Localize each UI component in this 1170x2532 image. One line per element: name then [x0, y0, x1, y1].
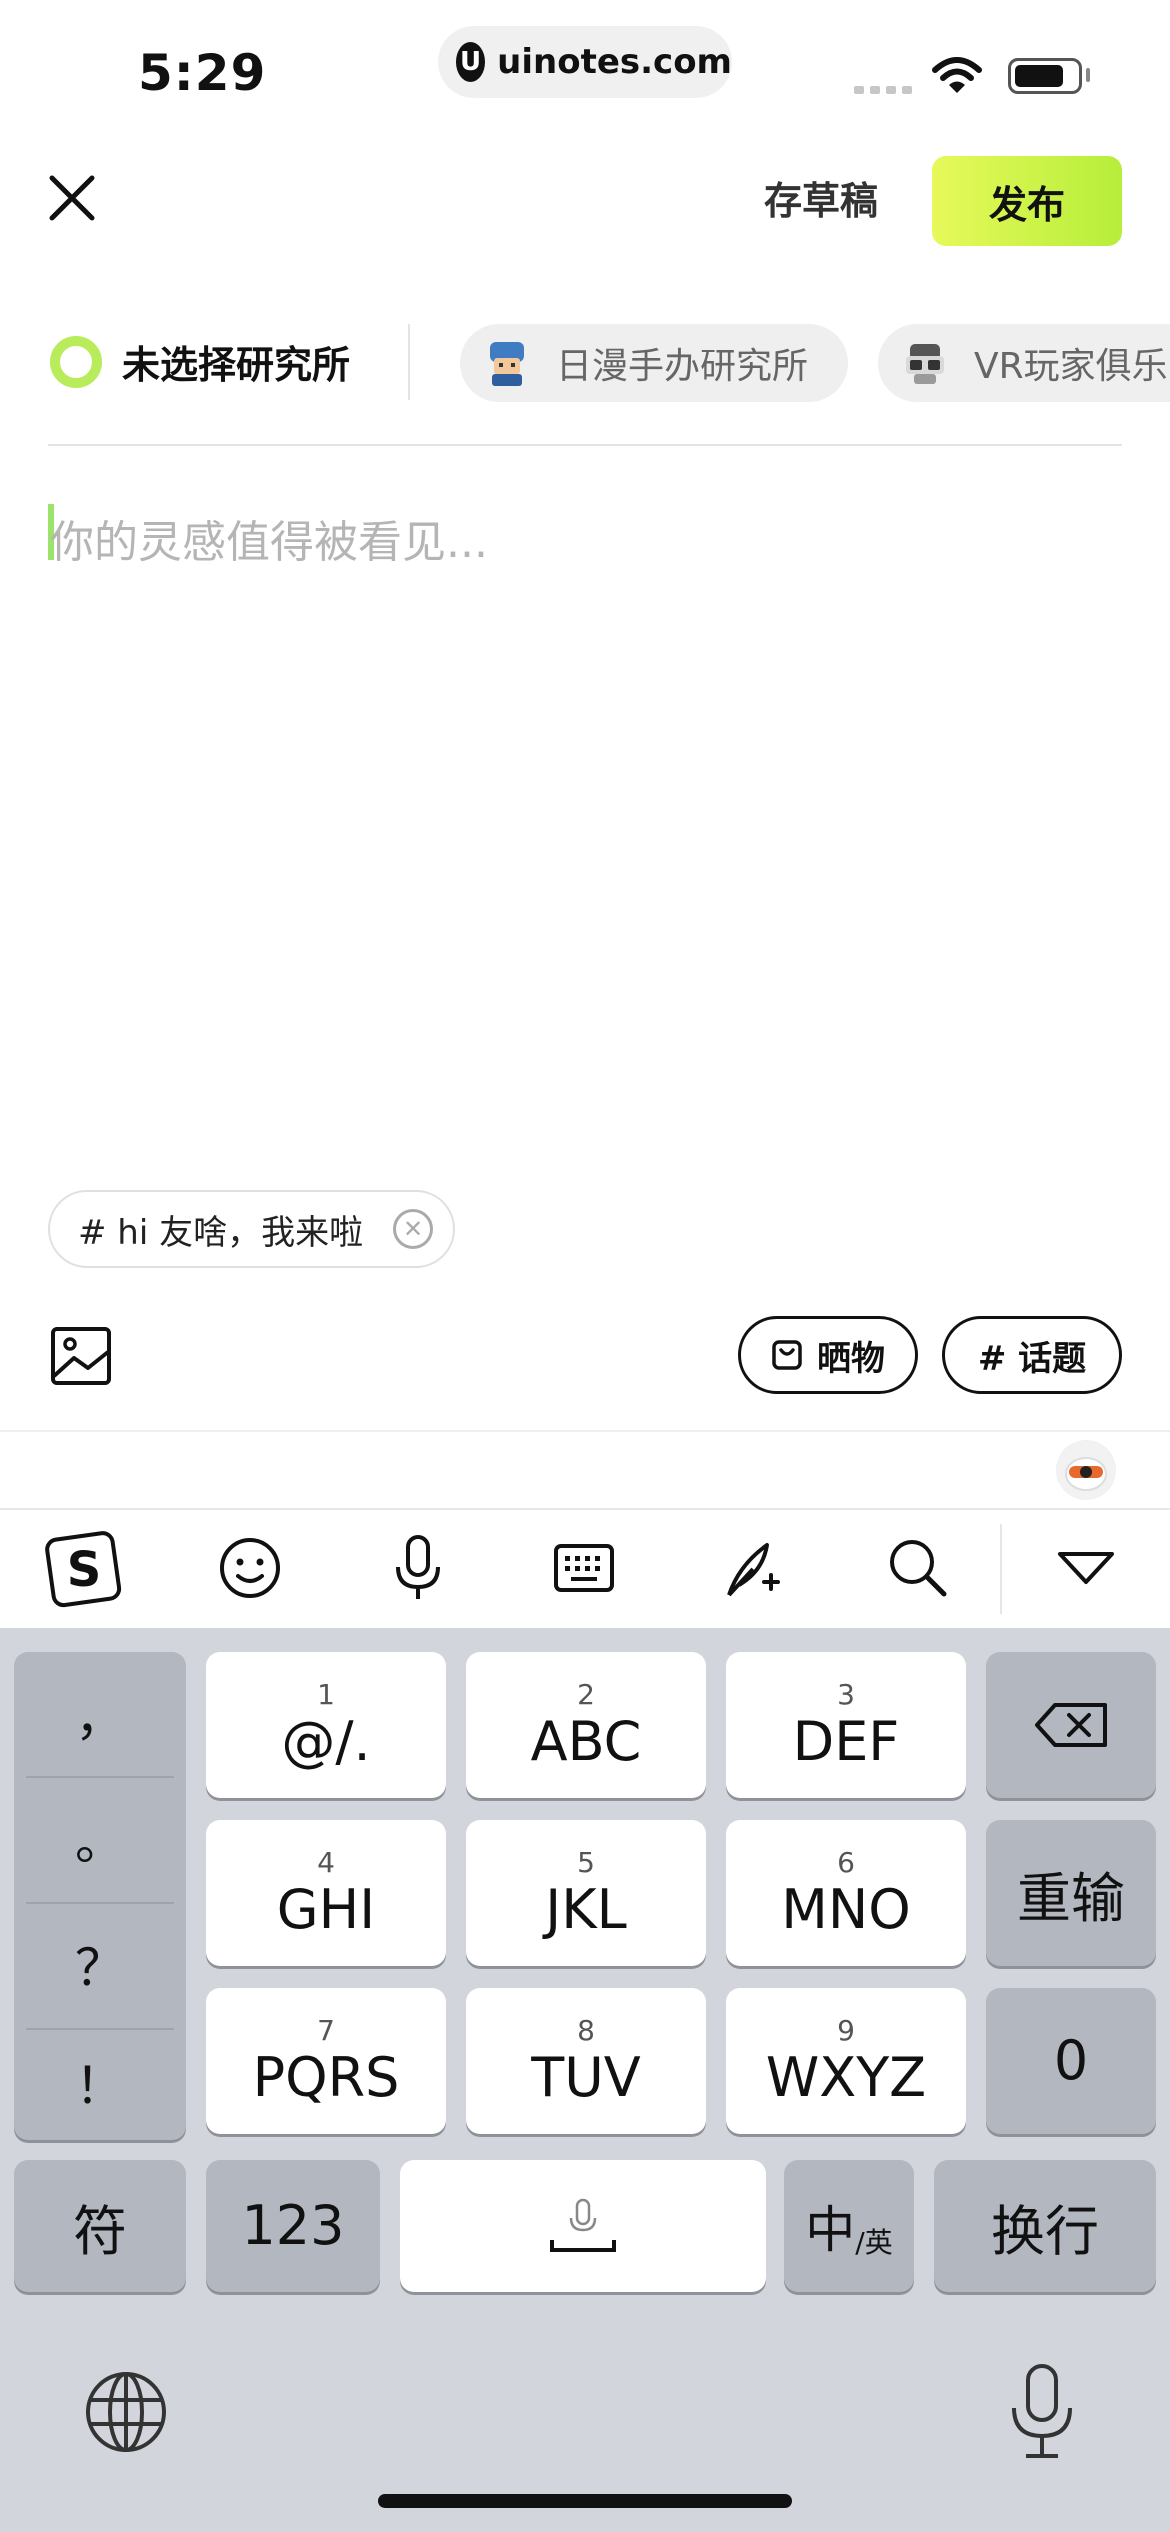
- key-2[interactable]: 2 ABC: [466, 1652, 706, 1798]
- site-logo-icon: U: [456, 42, 486, 82]
- divider: [48, 444, 1122, 446]
- url-pill[interactable]: U uinotes.com: [438, 26, 732, 98]
- divider: [1000, 1524, 1002, 1614]
- battery-tip: [1086, 68, 1090, 82]
- figure-avatar-icon: [490, 342, 524, 386]
- topic-button[interactable]: # 话题: [942, 1316, 1122, 1394]
- publish-button[interactable]: 发布: [932, 156, 1122, 246]
- reset-key[interactable]: 重输: [986, 1820, 1156, 1966]
- symbol-key[interactable]: 符: [14, 2160, 186, 2292]
- image-icon[interactable]: [50, 1326, 112, 1386]
- search-icon[interactable]: [878, 1528, 958, 1608]
- topic-tag[interactable]: # hi 友啥，我来啦 ✕: [48, 1190, 456, 1268]
- keyboard-icon[interactable]: [544, 1528, 624, 1608]
- dictation-mic-icon[interactable]: [1004, 2362, 1080, 2460]
- backspace-icon: [1035, 1703, 1107, 1747]
- mascot-icon[interactable]: [1056, 1440, 1116, 1500]
- numeric-key[interactable]: 123: [206, 2160, 380, 2292]
- key-7[interactable]: 7 PQRS: [206, 1988, 446, 2134]
- svg-text:S: S: [67, 1542, 102, 1598]
- punct-key[interactable]: ！: [14, 2022, 186, 2142]
- institute-none-label: 未选择研究所: [122, 343, 351, 387]
- key-9[interactable]: 9 WXYZ: [726, 1988, 966, 2134]
- battery-icon: [1008, 58, 1082, 94]
- divider: [0, 1508, 1170, 1510]
- shaiwu-label: 晒物: [817, 1338, 885, 1379]
- key-0[interactable]: 0: [986, 1988, 1156, 2134]
- divider: [408, 324, 410, 400]
- institute-chip-figure[interactable]: 日漫手办研究所: [460, 324, 849, 402]
- url-text: uinotes.com: [497, 42, 732, 82]
- microphone-icon[interactable]: [378, 1528, 458, 1608]
- return-key[interactable]: 换行: [934, 2160, 1156, 2292]
- punctuation-list[interactable]: ， 。 ？ ！: [14, 1652, 186, 2140]
- wifi-icon: [932, 57, 982, 93]
- key-6[interactable]: 6 MNO: [726, 1820, 966, 1966]
- institute-chip-label: VR玩家俱乐: [974, 346, 1168, 387]
- institute-chip-vr[interactable]: VR玩家俱乐: [878, 324, 1170, 402]
- key-1[interactable]: 1 @/.: [206, 1652, 446, 1798]
- space-mic-icon: [550, 2198, 616, 2252]
- emoji-icon[interactable]: [210, 1528, 290, 1608]
- signal-icon: [854, 86, 912, 94]
- content-input[interactable]: 你的灵感值得被看见...: [50, 506, 488, 570]
- sogou-logo-icon[interactable]: S: [44, 1528, 124, 1608]
- backspace-key[interactable]: [986, 1652, 1156, 1798]
- key-5[interactable]: 5 JKL: [466, 1820, 706, 1966]
- shaiwu-button[interactable]: 晒物: [738, 1316, 918, 1394]
- remove-topic-icon[interactable]: ✕: [393, 1209, 434, 1249]
- punct-key[interactable]: ，: [14, 1654, 186, 1774]
- feather-ai-icon[interactable]: [712, 1528, 792, 1608]
- key-8[interactable]: 8 TUV: [466, 1988, 706, 2134]
- collapse-keyboard-icon[interactable]: [1046, 1528, 1126, 1608]
- key-4[interactable]: 4 GHI: [206, 1820, 446, 1966]
- globe-icon[interactable]: [84, 2370, 168, 2454]
- topic-tag-label: # hi 友啥，我来啦: [78, 1212, 364, 1253]
- institute-selector[interactable]: 未选择研究所: [50, 334, 350, 389]
- punct-key[interactable]: ？: [14, 1904, 186, 2024]
- space-key[interactable]: [400, 2160, 766, 2292]
- language-switch-key[interactable]: 中 /英: [784, 2160, 914, 2292]
- punct-key[interactable]: 。: [14, 1778, 186, 1898]
- status-time: 5:29: [138, 44, 267, 102]
- institute-ring-icon: [50, 335, 102, 388]
- home-indicator: [378, 2494, 792, 2508]
- vr-headset-icon: [906, 344, 944, 384]
- close-icon[interactable]: [44, 170, 100, 226]
- bag-icon: [772, 1340, 802, 1370]
- institute-chip-label: 日漫手办研究所: [556, 346, 809, 387]
- divider: [0, 1430, 1170, 1432]
- key-3[interactable]: 3 DEF: [726, 1652, 966, 1798]
- save-draft-button[interactable]: 存草稿: [764, 170, 878, 225]
